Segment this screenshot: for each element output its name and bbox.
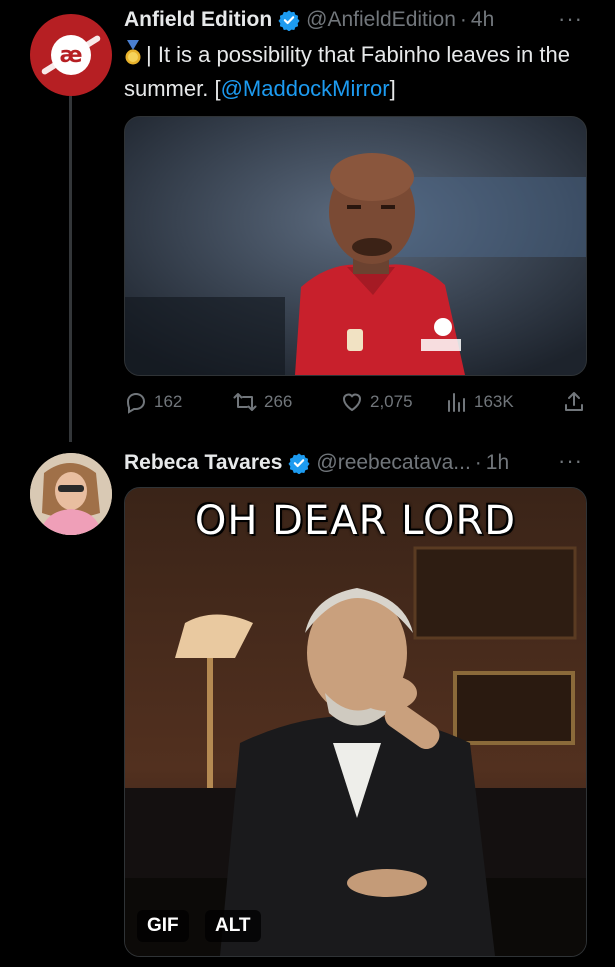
- separator: ·: [459, 8, 467, 31]
- medal-emoji-icon: [124, 40, 142, 74]
- anfield-edition-logo-icon: æ: [51, 35, 91, 75]
- logo-text: æ: [59, 42, 83, 68]
- retweet-count: 266: [264, 392, 293, 411]
- author-handle[interactable]: @AnfieldEdition: [306, 8, 456, 32]
- alt-text-button[interactable]: ALT: [205, 910, 261, 942]
- tweet-header: Rebeca Tavares @reebecatava... · 1h: [124, 451, 509, 475]
- verified-badge-icon: [278, 9, 300, 31]
- avatar[interactable]: [30, 453, 112, 535]
- separator: ·: [474, 451, 482, 474]
- thread-line: [69, 96, 72, 442]
- share-button[interactable]: [562, 390, 586, 414]
- tweet-header: Anfield Edition @AnfieldEdition · 4h: [124, 8, 494, 32]
- like-button[interactable]: 2,075: [340, 390, 413, 414]
- reply-icon: [126, 392, 146, 414]
- verified-badge-icon: [288, 452, 310, 474]
- author-handle[interactable]: @reebecatava...: [316, 451, 470, 475]
- tweet-photo[interactable]: [124, 116, 587, 376]
- author-name[interactable]: Rebeca Tavares: [124, 451, 282, 475]
- tweet[interactable]: æ Anfield Edition @AnfieldEdition · 4h ·…: [0, 0, 615, 442]
- more-options-icon[interactable]: ···: [558, 6, 583, 32]
- heart-icon: [342, 393, 362, 412]
- gif-caption: OH DEAR LORD: [194, 498, 517, 544]
- author-name[interactable]: Anfield Edition: [124, 8, 272, 32]
- reply-count: 162: [154, 392, 183, 411]
- timestamp[interactable]: 1h: [486, 451, 509, 475]
- gif-badge: GIF: [137, 910, 189, 942]
- timestamp[interactable]: 4h: [471, 8, 494, 32]
- reply-button[interactable]: 162: [124, 390, 182, 414]
- tweet-body-end: ]: [389, 76, 396, 101]
- tweet-text: | It is a possibility that Fabinho leave…: [124, 40, 594, 104]
- views-button[interactable]: 163K: [444, 390, 514, 414]
- retweet-icon: [233, 393, 257, 411]
- tweet-actions: 162 266 2,075 163K: [124, 390, 585, 416]
- more-options-icon[interactable]: ···: [558, 448, 583, 474]
- views-chart-icon: [448, 393, 465, 412]
- views-count: 163K: [474, 392, 514, 411]
- mention-link[interactable]: @MaddockMirror: [221, 76, 390, 101]
- retweet-button[interactable]: 266: [232, 390, 292, 414]
- avatar[interactable]: æ: [30, 14, 112, 96]
- tweet-gif[interactable]: OH DEAR LORD GIF ALT: [124, 487, 587, 957]
- profile-photo: [30, 453, 112, 535]
- share-icon: [565, 392, 583, 411]
- like-count: 2,075: [370, 392, 413, 411]
- tweet[interactable]: Rebeca Tavares @reebecatava... · 1h ···: [0, 440, 615, 967]
